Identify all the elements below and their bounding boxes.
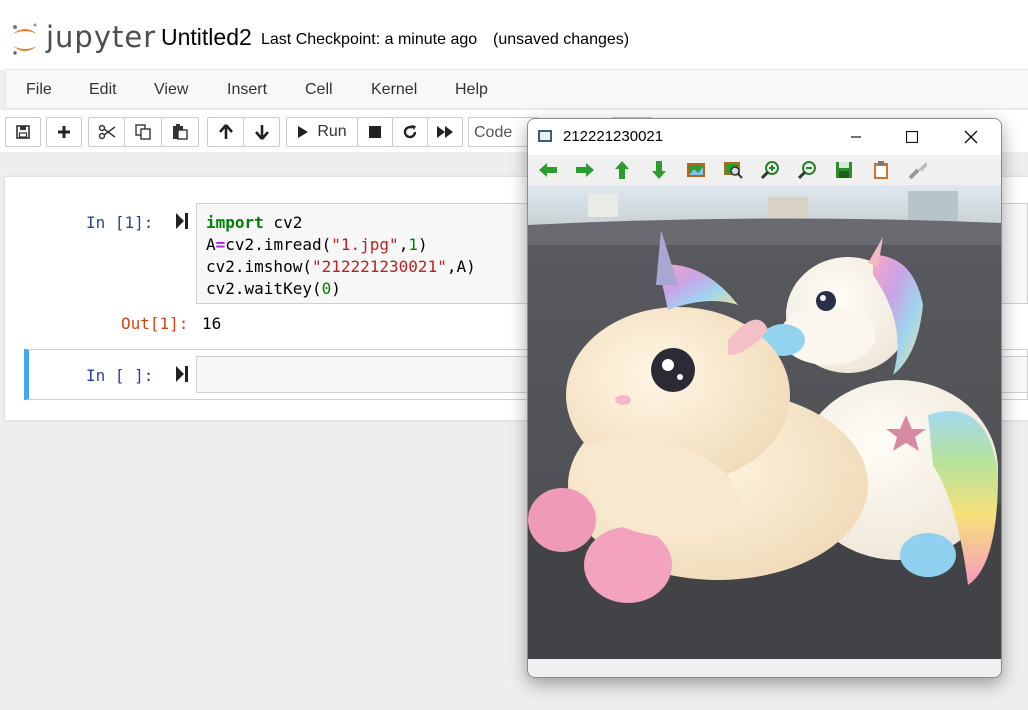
menu-file[interactable]: File (26, 81, 52, 99)
copy-clipboard-button[interactable] (870, 159, 892, 181)
menu-insert[interactable]: Insert (227, 81, 267, 99)
input-prompt-empty: In [ ]: (86, 366, 154, 385)
properties-icon (908, 162, 927, 180)
interrupt-button[interactable] (357, 117, 393, 147)
notebook-title[interactable]: Untitled2 (161, 24, 252, 51)
plus-icon (58, 126, 70, 138)
pan-right-icon (576, 163, 594, 177)
pan-up-icon (615, 161, 629, 179)
zoom-out-icon (797, 161, 816, 180)
code-line-3: cv2.imshow("212221230021",A) (206, 257, 476, 276)
properties-button[interactable] (907, 159, 929, 181)
stop-icon (369, 126, 381, 138)
menu-view[interactable]: View (154, 81, 188, 99)
menu-bar: File Edit View Insert Cell Kernel Help (5, 69, 1028, 109)
run-cell-icon[interactable] (176, 366, 188, 382)
jupyter-logo[interactable]: jupyter (10, 20, 155, 58)
menu-help[interactable]: Help (455, 81, 488, 99)
code-line-1: import cv2 (206, 213, 303, 232)
input-prompt: In [1]: (86, 213, 154, 232)
zoom-region-icon (724, 162, 743, 179)
zoom-out-button[interactable] (796, 159, 818, 181)
menu-cell[interactable]: Cell (305, 81, 333, 99)
play-icon (298, 126, 309, 138)
add-cell-button[interactable] (46, 117, 82, 147)
copy-clipboard-icon (874, 161, 888, 179)
save-icon (16, 125, 30, 139)
window-title: 212221230021 (563, 128, 664, 145)
close-icon (964, 130, 978, 144)
arrow-down-icon (254, 125, 269, 140)
paste-icon (173, 124, 188, 140)
output-prompt: Out[1]: (121, 314, 189, 333)
restart-run-all-button[interactable] (427, 117, 463, 147)
menu-edit[interactable]: Edit (89, 81, 117, 99)
paste-button[interactable] (161, 117, 199, 147)
maximize-button[interactable] (889, 119, 935, 155)
run-label: Run (317, 123, 347, 140)
header: jupyter Untitled2 Last Checkpoint: a min… (0, 0, 1028, 70)
zoom-region-button[interactable] (722, 159, 744, 181)
move-down-button[interactable] (243, 117, 280, 147)
minimize-button[interactable] (833, 119, 879, 155)
minimize-icon (851, 136, 861, 138)
zoom-fit-button[interactable] (685, 159, 707, 181)
pan-down-button[interactable] (648, 159, 670, 181)
pan-right-button[interactable] (574, 159, 596, 181)
displayed-image (528, 185, 1001, 659)
pan-left-icon (539, 163, 557, 177)
zoom-fit-icon (687, 163, 705, 177)
scissors-icon (98, 124, 115, 140)
unsaved-status: (unsaved changes) (493, 31, 630, 48)
fast-forward-icon (437, 126, 453, 138)
image-toolbar (528, 155, 1001, 185)
move-up-button[interactable] (207, 117, 244, 147)
copy-icon (135, 124, 151, 140)
menu-kernel[interactable]: Kernel (371, 81, 417, 99)
restart-button[interactable] (392, 117, 428, 147)
close-button[interactable] (948, 119, 994, 155)
save-image-button[interactable] (833, 159, 855, 181)
code-line-4: cv2.waitKey(0) (206, 279, 341, 298)
run-cell-icon[interactable] (176, 213, 188, 229)
code-line-2: A=cv2.imread("1.jpg",1) (206, 235, 428, 254)
window-titlebar[interactable]: 212221230021 (528, 119, 1001, 155)
maximize-icon (906, 131, 918, 143)
window-app-icon (538, 130, 552, 142)
pan-up-button[interactable] (611, 159, 633, 181)
jupyter-logo-icon (13, 23, 37, 55)
checkpoint-status: Last Checkpoint: a minute ago (261, 31, 478, 48)
pan-down-icon (652, 161, 666, 179)
cell-output: 16 (202, 314, 222, 333)
pan-left-button[interactable] (537, 159, 559, 181)
save-image-icon (836, 162, 852, 178)
copy-button[interactable] (124, 117, 162, 147)
run-button[interactable]: Run (286, 117, 358, 147)
zoom-in-button[interactable] (759, 159, 781, 181)
logo-text: jupyter (46, 20, 157, 54)
restart-icon (403, 125, 417, 139)
arrow-up-icon (218, 124, 233, 139)
opencv-image-window[interactable]: 212221230021 (527, 118, 1002, 678)
cut-button[interactable] (88, 117, 125, 147)
save-button[interactable] (5, 117, 41, 147)
zoom-in-icon (760, 161, 779, 180)
